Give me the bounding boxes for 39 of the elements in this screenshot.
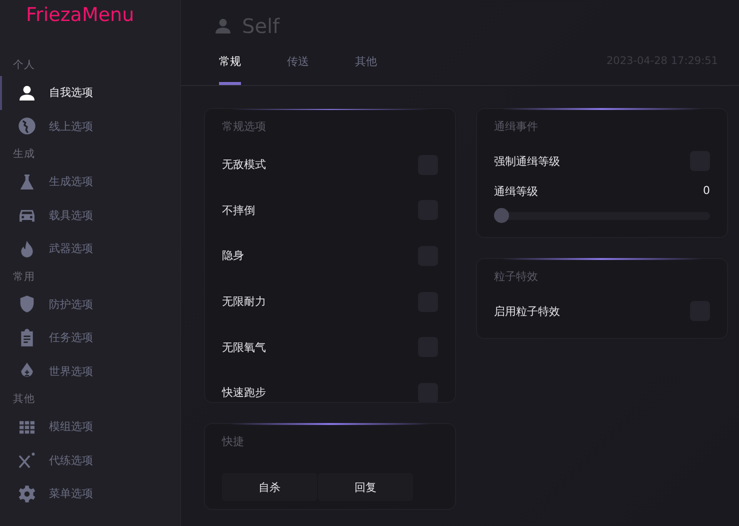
option-label: 通缉等级 bbox=[494, 184, 538, 199]
sidebar-item[interactable]: 生成选项 bbox=[0, 165, 180, 198]
section-label: 常用 bbox=[12, 270, 36, 284]
section-label: 个人 bbox=[12, 58, 36, 73]
option-label: 无敌模式 bbox=[222, 157, 266, 172]
card-title: 常规选项 bbox=[222, 119, 267, 134]
tab[interactable]: 其他 bbox=[355, 50, 377, 85]
option-label: 不摔倒 bbox=[222, 202, 255, 218]
superscript-icon bbox=[17, 450, 37, 470]
slider-value: 0 bbox=[703, 184, 710, 199]
action-button[interactable]: 回复 bbox=[318, 473, 413, 501]
sidebar-item[interactable]: 代练选项 bbox=[0, 444, 180, 477]
slider-thumb[interactable] bbox=[494, 208, 509, 223]
app-logo: FriezaMenu bbox=[25, 3, 136, 28]
option-label: 启用粒子特效 bbox=[494, 304, 560, 318]
card-title: 快捷 bbox=[222, 434, 245, 449]
option-label: 快速跑步 bbox=[222, 385, 266, 400]
action-button[interactable]: 自杀 bbox=[222, 473, 317, 501]
person-icon bbox=[213, 16, 233, 36]
option-label: 隐身 bbox=[222, 248, 244, 264]
section-label: 生成 bbox=[12, 147, 36, 162]
card-title: 通缉事件 bbox=[494, 119, 539, 134]
option-label: 无限耐力 bbox=[222, 294, 266, 310]
sidebar-item[interactable]: 武器选项 bbox=[0, 232, 180, 266]
tab[interactable]: 常规 bbox=[219, 50, 241, 85]
section-label: 其他 bbox=[12, 392, 36, 407]
sidebar-item[interactable]: 载具选项 bbox=[0, 198, 180, 232]
option-label: 强制通缉等级 bbox=[494, 154, 560, 168]
sidebar-item[interactable]: 任务选项 bbox=[0, 321, 180, 354]
option-label: 无限氧气 bbox=[222, 340, 266, 355]
sidebar-item[interactable]: 世界选项 bbox=[0, 354, 180, 388]
sidebar-item[interactable]: 模组选项 bbox=[0, 410, 180, 444]
sidebar-item[interactable]: 菜单选项 bbox=[0, 477, 180, 510]
gear-icon bbox=[17, 484, 37, 504]
sidebar-item[interactable]: 线上选项 bbox=[0, 110, 180, 143]
sidebar-item[interactable]: 防护选项 bbox=[0, 288, 180, 321]
tab[interactable]: 传送 bbox=[287, 50, 309, 85]
slider[interactable] bbox=[494, 208, 710, 223]
card-title: 粒子特效 bbox=[494, 269, 539, 284]
